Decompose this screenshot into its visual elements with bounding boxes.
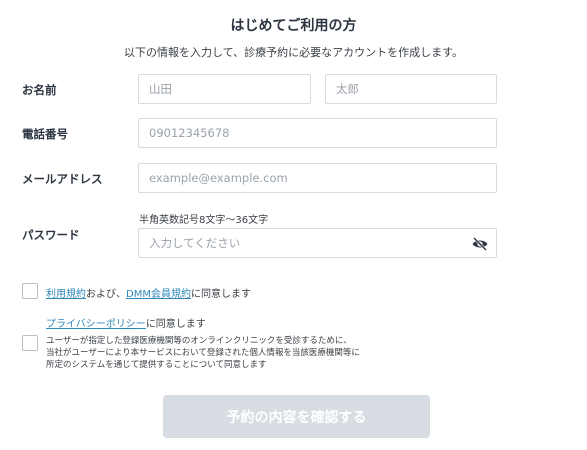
email-label: メールアドレス: [22, 172, 103, 186]
confirm-reservation-button[interactable]: 予約の内容を確認する: [163, 395, 430, 438]
phone-input[interactable]: 09012345678: [138, 118, 497, 148]
page-title: はじめてご利用の方: [230, 18, 357, 34]
privacy-checkbox[interactable]: [22, 335, 38, 351]
password-hint: 半角英数記号8文字〜36文字: [139, 215, 269, 226]
personal-info-consent-text: ユーザーが指定した登録医療機関等のオンラインクリニックを受診するために、 当社が…: [46, 335, 360, 371]
email-input[interactable]: example@example.com: [138, 163, 497, 193]
page-subtitle: 以下の情報を入力して、診療予約に必要なアカウントを作成します。: [123, 46, 464, 59]
privacy-policy-link[interactable]: プライバシーポリシー: [46, 319, 146, 330]
consent-line-2: 当社がユーザーにより本サービスにおいて登録された個人情報を当該医療機関等に: [46, 348, 360, 358]
password-label: パスワード: [22, 228, 80, 242]
consent-line-3: 所定のシステムを通じて提供することについて同意します: [46, 360, 267, 370]
terms-and-text: および、: [86, 289, 126, 300]
name-label: お名前: [22, 83, 57, 97]
eye-slash-icon[interactable]: [472, 237, 488, 251]
privacy-text: プライバシーポリシーに同意します: [46, 315, 206, 330]
phone-placeholder: 09012345678: [149, 126, 230, 140]
terms-suffix-text: に同意します: [190, 289, 251, 300]
password-placeholder: 入力してください: [149, 236, 241, 250]
consent-line-1: ユーザーが指定した登録医療機関等のオンラインクリニックを受診するために、: [46, 336, 352, 346]
privacy-suffix-text: に同意します: [145, 319, 206, 330]
email-placeholder: example@example.com: [149, 171, 288, 185]
first-name-placeholder: 太郎: [336, 82, 359, 96]
first-name-input[interactable]: 太郎: [325, 74, 497, 104]
terms-text: 利用規約および、DMM会員規約に同意します: [46, 285, 251, 300]
last-name-placeholder: 山田: [149, 82, 172, 96]
last-name-input[interactable]: 山田: [138, 74, 311, 104]
password-input[interactable]: 入力してください: [138, 228, 497, 258]
phone-label: 電話番号: [22, 127, 68, 141]
terms-link[interactable]: 利用規約: [46, 289, 86, 300]
dmm-terms-link[interactable]: DMM会員規約: [126, 289, 191, 300]
terms-checkbox[interactable]: [22, 283, 38, 299]
